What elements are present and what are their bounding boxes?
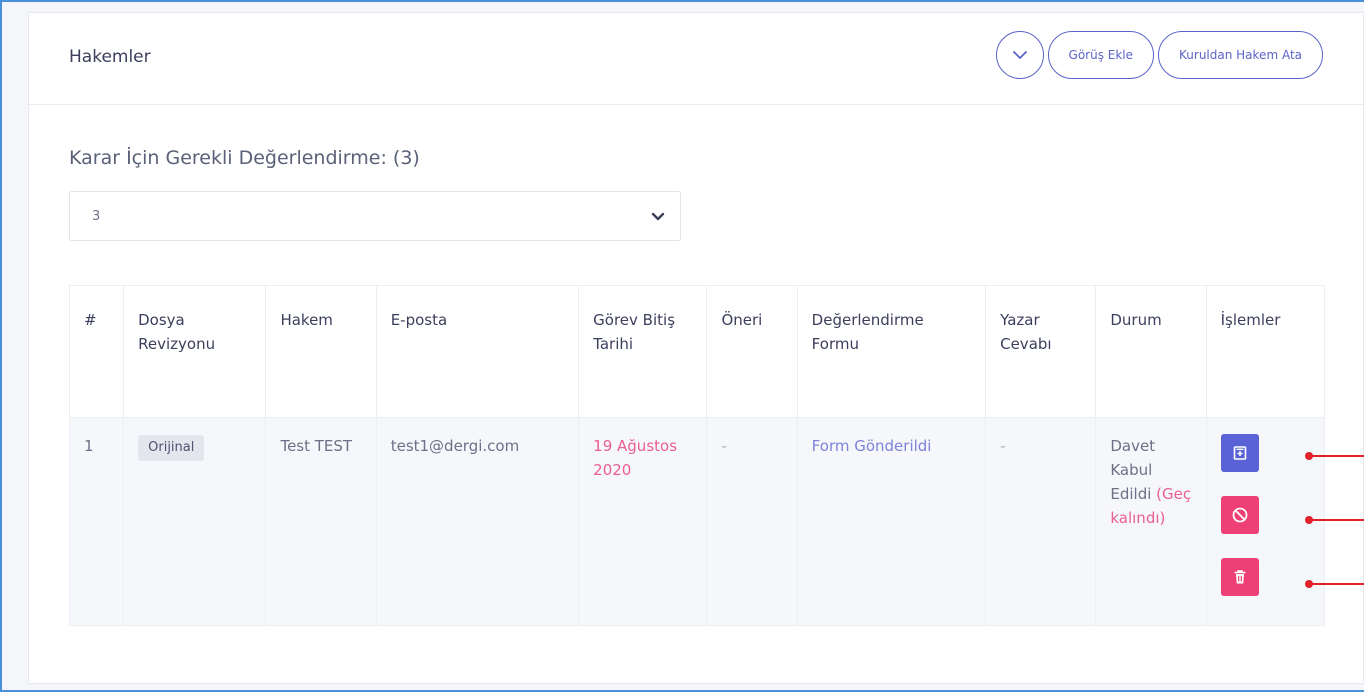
status-text: Davet Kabul Edildi — [1110, 437, 1156, 503]
cell-number: 1 — [68, 417, 125, 626]
cell-author-reply: - — [985, 417, 1097, 626]
delete-reviewer-button[interactable] — [1220, 558, 1259, 596]
col-revision: Dosya Revizyonu — [123, 285, 267, 418]
revision-badge: Orijinal — [138, 435, 205, 461]
ban-icon — [1232, 507, 1248, 523]
required-evaluations-select[interactable]: 3 — [69, 191, 681, 241]
col-due-date: Görev Bitiş Tarihi — [578, 285, 708, 418]
cell-email: test1@dergi.com — [375, 417, 580, 626]
trash-icon — [1234, 570, 1246, 584]
chevron-down-icon — [651, 212, 665, 221]
card-header: Hakemler Görüş Ekle Kuruldan Hakem Ata — [29, 13, 1363, 105]
cancel-invitation-button[interactable] — [1220, 496, 1259, 534]
col-evaluation-form: Değerlendirme Formu — [796, 285, 987, 418]
col-author-reply: Yazar Cevabı — [985, 285, 1097, 418]
col-reviewer: Hakem — [265, 285, 377, 418]
annotation-line — [1309, 583, 1364, 585]
cell-suggestion: - — [706, 417, 798, 626]
reviewers-table: # Dosya Revizyonu Hakem E-posta Görev Bi… — [68, 285, 1326, 626]
col-email: E-posta — [375, 285, 580, 418]
header-actions: Görüş Ekle Kuruldan Hakem Ata — [995, 31, 1323, 79]
cell-status: Davet Kabul Edildi (Geç kalındı) — [1095, 417, 1207, 626]
table-row: 1 Orijinal Test TEST test1@dergi.com 19 … — [68, 417, 1326, 626]
chevron-down-icon — [1012, 51, 1027, 59]
col-status: Durum — [1095, 285, 1207, 418]
col-actions: İşlemler — [1205, 285, 1326, 418]
reviewers-card: Hakemler Görüş Ekle Kuruldan Hakem Ata K… — [28, 12, 1364, 684]
annotation-line — [1309, 519, 1364, 521]
col-suggestion: Öneri — [706, 285, 798, 418]
table-header-row: # Dosya Revizyonu Hakem E-posta Görev Bi… — [68, 285, 1326, 418]
view-form-button[interactable] — [1220, 434, 1259, 472]
collapse-toggle-button[interactable] — [995, 31, 1044, 79]
cell-evaluation-form-link[interactable]: Form Gönderildi — [796, 417, 987, 626]
cell-revision: Orijinal — [123, 417, 267, 626]
cell-reviewer: Test TEST — [265, 417, 377, 626]
cell-due-date: 19 Ağustos 2020 — [578, 417, 708, 626]
required-evaluations-label: Karar İçin Gerekli Değerlendirme: (3) — [69, 147, 420, 169]
form-icon — [1233, 446, 1246, 460]
select-value: 3 — [92, 208, 101, 224]
add-opinion-button[interactable]: Görüş Ekle — [1047, 31, 1155, 79]
annotation-line — [1309, 455, 1364, 457]
card-title: Hakemler — [69, 47, 151, 67]
col-number: # — [68, 285, 125, 418]
assign-reviewer-button[interactable]: Kuruldan Hakem Ata — [1158, 31, 1323, 79]
